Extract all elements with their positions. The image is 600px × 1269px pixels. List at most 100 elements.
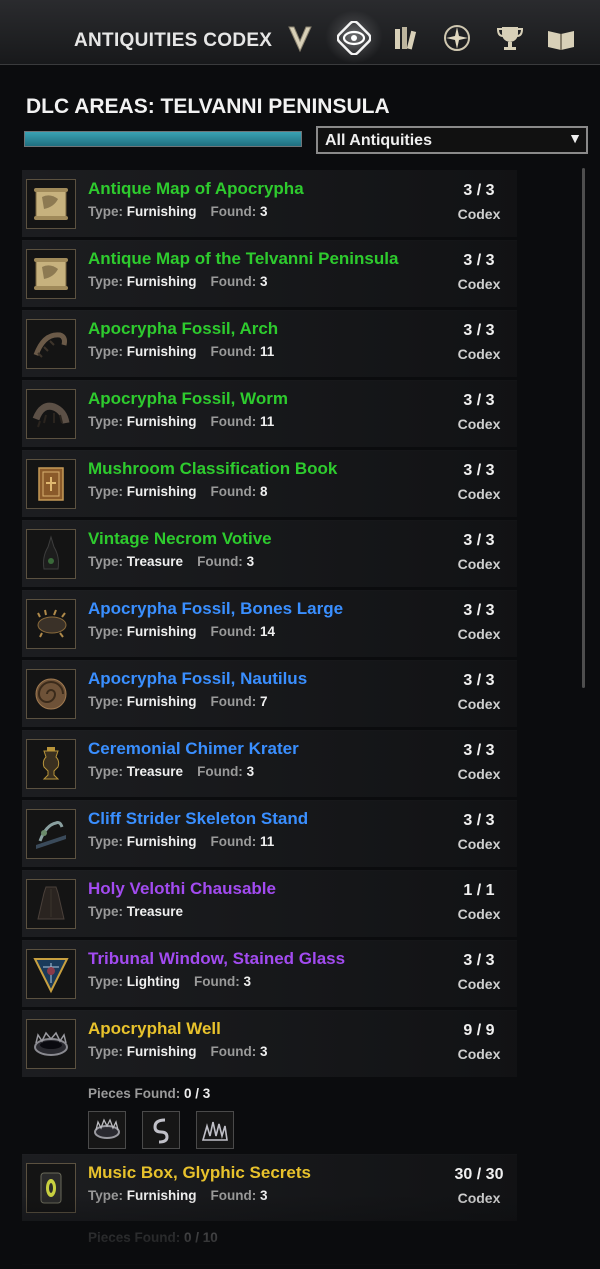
pieces-found: Pieces Found: 0 / 3 <box>88 1086 210 1101</box>
antiquity-meta: Type: Furnishing Found: 3 <box>88 1188 268 1203</box>
type-value: Furnishing <box>126 1188 197 1203</box>
codex-count: 3 / 3 <box>463 672 495 689</box>
codex-label: Codex <box>457 626 501 642</box>
found-label: Found: <box>210 414 257 429</box>
antiquity-name: Ceremonial Chimer Krater <box>88 739 299 758</box>
found-value: 3 <box>243 974 252 989</box>
found-label: Found: <box>194 974 240 989</box>
antiquity-meta: Type: Treasure Found: 3 <box>88 764 254 779</box>
antiquity-meta: Type: Furnishing Found: 11 <box>88 834 274 849</box>
found-value: 11 <box>260 344 275 359</box>
star-compass-icon[interactable] <box>437 18 477 58</box>
type-label: Type: <box>88 554 124 569</box>
type-label: Type: <box>88 344 124 359</box>
type-label: Type: <box>88 624 124 639</box>
app-title: ANTIQUITIES CODEX <box>74 30 273 51</box>
type-value: Furnishing <box>126 694 197 709</box>
antiquity-meta: Type: Furnishing Found: 11 <box>88 414 274 429</box>
antiquity-row[interactable]: Ceremonial Chimer Krater Type: Treasure Fo… <box>22 730 517 801</box>
antiquity-name: Vintage Necrom Votive <box>88 529 272 548</box>
antiquity-row[interactable]: Cliff Strider Skeleton Stand Type: Furnis… <box>22 800 517 871</box>
antiquity-name: Mushroom Classification Book <box>88 459 338 478</box>
votive-icon <box>26 529 76 579</box>
antiquity-meta: Type: Treasure <box>88 904 183 919</box>
fossil-arch-icon <box>26 319 76 369</box>
antiquity-name: Antique Map of Apocrypha <box>88 179 304 198</box>
well-ring-piece-icon[interactable] <box>88 1111 126 1149</box>
found-label: Found: <box>210 624 257 639</box>
antiquity-row[interactable]: Tribunal Window, Stained Glass Type: Ligh… <box>22 940 517 1011</box>
antiquities-eye-icon[interactable] <box>334 18 374 58</box>
found-label: Found: <box>210 484 257 499</box>
codex-label: Codex <box>457 836 501 852</box>
antiquity-name: Holy Velothi Chausable <box>88 879 276 898</box>
antiquity-row[interactable]: Antique Map of the Telvanni Peninsula Typ… <box>22 240 517 311</box>
found-label: Found: <box>210 204 257 219</box>
found-label: Found: <box>197 554 243 569</box>
fossil-bones-icon <box>26 599 76 649</box>
found-value: 7 <box>260 694 268 709</box>
books-icon[interactable] <box>386 18 426 58</box>
pieces-found-value: 0 / 3 <box>184 1086 211 1101</box>
found-label: Found: <box>210 274 257 289</box>
codex-count: 3 / 3 <box>463 322 495 339</box>
antiquity-row[interactable]: Music Box, Glyphic Secrets Type: Furnishi… <box>22 1154 517 1265</box>
stained-glass-icon <box>26 949 76 999</box>
codex-count: 3 / 3 <box>463 742 495 759</box>
codex-label: Codex <box>457 766 501 782</box>
antiquity-row[interactable]: Mushroom Classification Book Type: Furnis… <box>22 450 517 521</box>
trophy-icon[interactable] <box>490 18 530 58</box>
type-value: Furnishing <box>126 484 197 499</box>
codex-count: 3 / 3 <box>463 182 495 199</box>
found-value: 8 <box>260 484 268 499</box>
antiquity-meta: Type: Furnishing Found: 7 <box>88 694 268 709</box>
found-label: Found: <box>210 694 257 709</box>
codex-count: 1 / 1 <box>463 882 495 899</box>
music-box-icon <box>26 1163 76 1213</box>
codex-label: Codex <box>457 346 501 362</box>
found-value: 3 <box>246 554 255 569</box>
codex-label: Codex <box>457 1190 501 1206</box>
open-book-icon[interactable] <box>541 18 581 58</box>
antiquity-row[interactable]: Antique Map of Apocrypha Type: Furnishing… <box>22 170 517 241</box>
codex-count: 3 / 3 <box>463 952 495 969</box>
nautilus-icon <box>26 669 76 719</box>
found-label: Found: <box>210 1188 257 1203</box>
chevron-down-icon: ▼ <box>568 130 582 146</box>
type-value: Furnishing <box>126 344 197 359</box>
codex-label: Codex <box>457 416 501 432</box>
antiquity-row[interactable]: Vintage Necrom Votive Type: Treasure Found… <box>22 520 517 591</box>
codex-count: 3 / 3 <box>463 252 495 269</box>
list-scrollbar[interactable] <box>582 168 585 688</box>
codex-count: 30 / 30 <box>454 1166 504 1183</box>
antiquity-meta: Type: Furnishing Found: 11 <box>88 344 274 359</box>
type-label: Type: <box>88 904 124 919</box>
antiquity-meta: Type: Lighting Found: 3 <box>88 974 251 989</box>
antiquity-filter-dropdown[interactable]: All Antiquities ▼ <box>316 126 588 154</box>
codex-count: 3 / 3 <box>463 602 495 619</box>
codex-count: 3 / 3 <box>463 532 495 549</box>
codex-label: Codex <box>457 696 501 712</box>
found-value: 11 <box>260 834 275 849</box>
serpent-piece-icon[interactable] <box>142 1111 180 1149</box>
antiquity-name: Music Box, Glyphic Secrets <box>88 1163 311 1182</box>
destruction-v-icon[interactable] <box>280 18 320 58</box>
type-value: Furnishing <box>126 834 197 849</box>
spikes-piece-icon[interactable] <box>196 1111 234 1149</box>
antiquity-row[interactable]: Apocryphal Well Type: Furnishing Found: 3 9… <box>22 1010 517 1155</box>
antiquity-row[interactable]: Apocrypha Fossil, Nautilus Type: Furnishi… <box>22 660 517 731</box>
antiquity-row[interactable]: Holy Velothi Chausable Type: Treasure 1 / … <box>22 870 517 941</box>
found-value: 3 <box>260 1188 268 1203</box>
codex-label: Codex <box>457 906 501 922</box>
antiquity-row[interactable]: Apocrypha Fossil, Worm Type: Furnishing Fo… <box>22 380 517 451</box>
antiquity-row[interactable]: Apocrypha Fossil, Arch Type: Furnishing Fo… <box>22 310 517 381</box>
type-label: Type: <box>88 414 124 429</box>
antiquity-row[interactable]: Apocrypha Fossil, Bones Large Type: Furni… <box>22 590 517 661</box>
antiquity-name: Apocrypha Fossil, Worm <box>88 389 288 408</box>
type-label: Type: <box>88 974 124 989</box>
type-value: Lighting <box>126 974 181 989</box>
antiquity-name: Apocrypha Fossil, Nautilus <box>88 669 308 688</box>
type-value: Furnishing <box>126 204 197 219</box>
type-label: Type: <box>88 1044 124 1059</box>
progress-fill <box>25 132 301 146</box>
